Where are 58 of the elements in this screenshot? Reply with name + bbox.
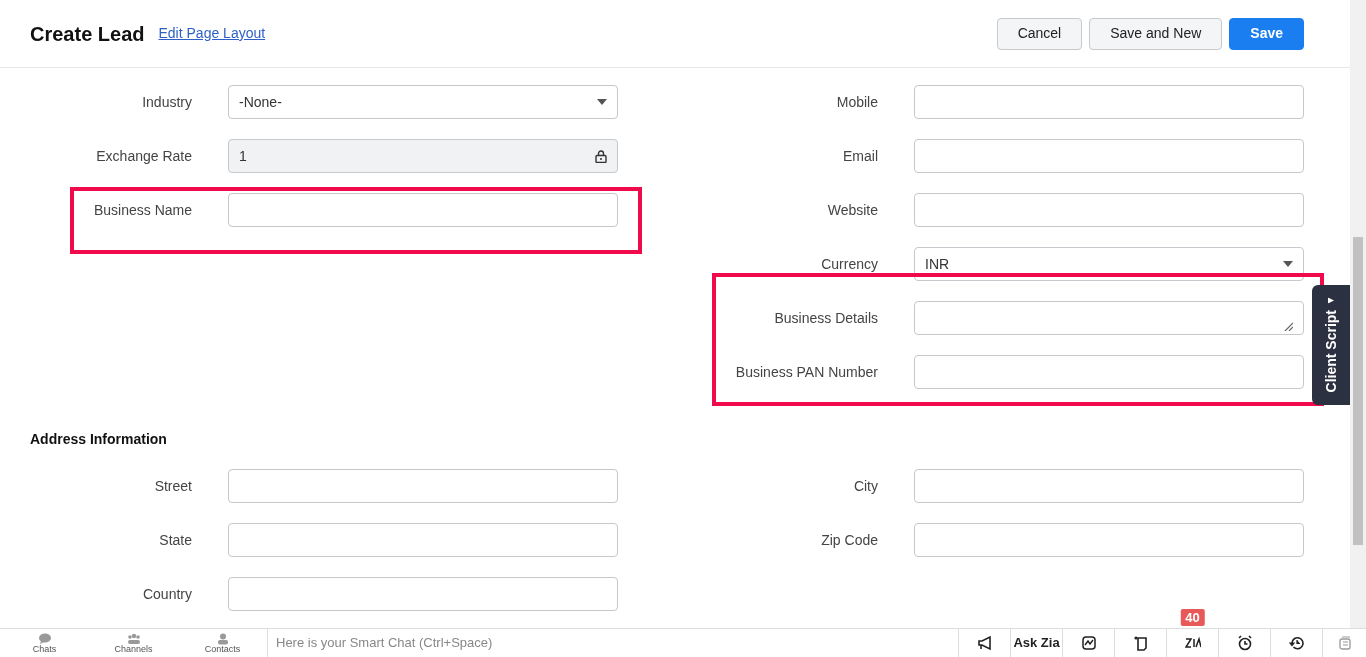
scrollbar-thumb[interactable] [1353,237,1363,545]
field-value: 1 [239,146,248,166]
text-area[interactable] [914,301,1304,335]
field-label: Zip Code [820,530,878,550]
dropdown-caret-icon [1283,261,1293,267]
save-button[interactable]: Save [1229,17,1304,50]
history-icon [1288,635,1305,651]
input-field[interactable] [914,85,1304,119]
ask-zia-button[interactable]: Ask Zia [1010,629,1062,657]
field-label: Business Details [773,308,878,328]
action-button[interactable]: Save and New [1089,17,1223,50]
field-label: City [852,476,878,496]
page-title: Create Lead [30,21,145,47]
zia-icon [1184,635,1201,651]
field-label: Country [141,584,192,604]
field-label: Exchange Rate [95,146,192,166]
megaphone-icon [976,635,993,651]
people-icon [126,632,141,645]
field-label: State [158,530,192,550]
chat-bubble-icon [37,632,52,645]
client-script-tab[interactable]: Client Script [1312,285,1350,405]
field-label: Mobile [835,92,878,112]
field-label: Industry [141,92,192,112]
field-label: Business PAN Number [734,362,878,382]
select-value: -None- [239,92,283,112]
input-field[interactable] [914,355,1304,389]
select-field[interactable]: -None- [228,85,618,119]
section-title: Address Information [29,429,168,449]
input-field[interactable] [228,577,618,611]
bottom-bar-item[interactable]: Channels [89,629,178,657]
edit-layout-link[interactable]: Edit Page Layout [158,23,266,44]
alarm-clock-icon [1236,635,1253,651]
input-field[interactable] [914,139,1304,173]
bottom-bar-item[interactable]: Contacts [178,629,267,657]
scrollbar[interactable] [1350,0,1366,628]
input-field[interactable] [228,193,618,227]
field-label: Currency [820,254,878,274]
stack-icon [1337,636,1352,650]
field-label: Email [842,146,878,166]
dropdown-caret-icon [597,99,607,105]
person-icon [215,632,230,645]
note-icon [1132,635,1149,651]
input-field[interactable] [914,469,1304,503]
chart-icon [1080,635,1097,651]
input-field[interactable] [914,193,1304,227]
select-value: INR [925,254,951,274]
input-field[interactable] [228,469,618,503]
field-label: Website [826,200,878,220]
input-field[interactable] [914,523,1304,557]
field-label: Business Name [92,200,192,220]
lock-icon [595,149,607,163]
field-label: Street [153,476,192,496]
resize-handle-icon [1284,321,1293,331]
count-badge: 40 [1180,609,1205,626]
action-button[interactable]: Cancel [996,17,1083,50]
input-field[interactable] [228,523,618,557]
bottom-bar-item[interactable]: Chats [0,629,89,657]
caret-icon [1328,297,1334,304]
